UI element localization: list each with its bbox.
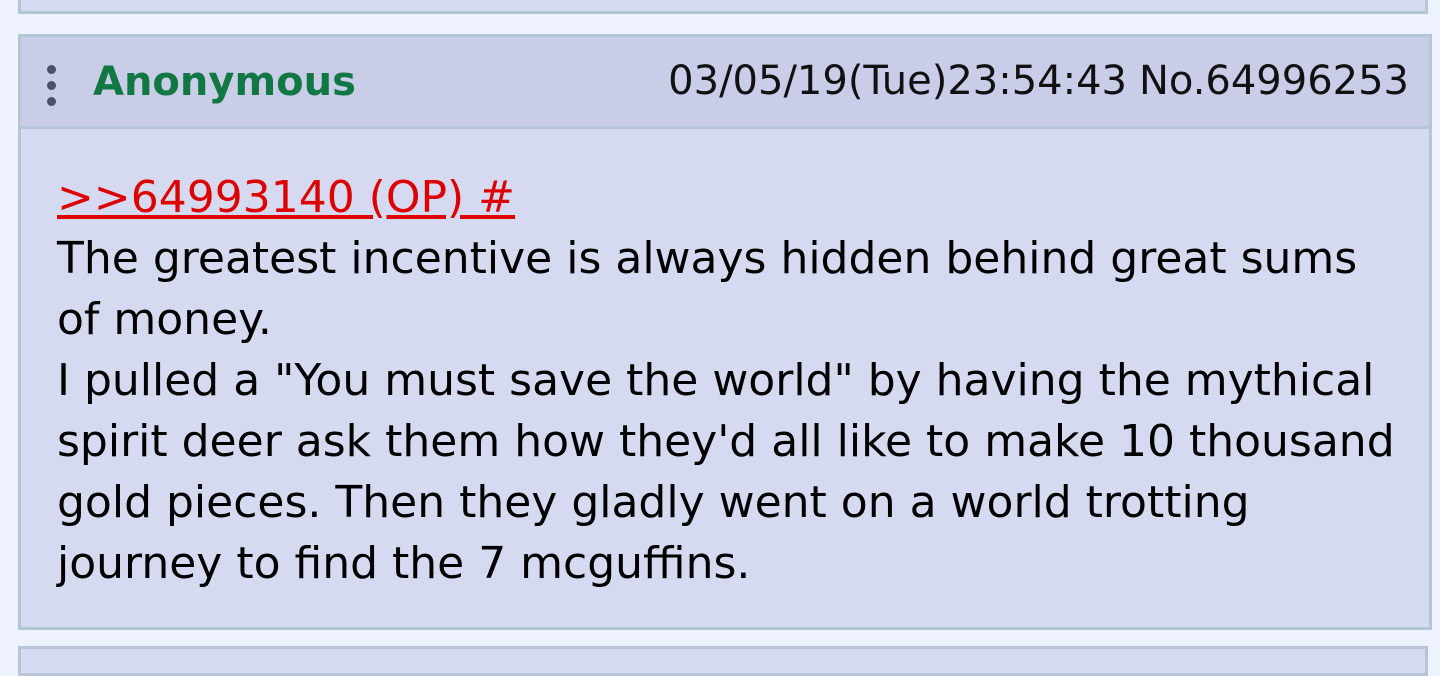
- post-datetime: 03/05/19(Tue)23:54:43: [668, 58, 1127, 104]
- post-header: Anonymous 03/05/19(Tue)23:54:43 No.649962…: [21, 37, 1429, 129]
- menu-dot: [47, 97, 56, 106]
- post-number-link[interactable]: No.64996253: [1139, 58, 1409, 104]
- reply-post: Anonymous 03/05/19(Tue)23:54:43 No.649962…: [18, 34, 1432, 630]
- post-body: >>64993140 (OP) # The greatest incentive…: [57, 167, 1402, 594]
- post-text-line: I pulled a "You must save the world" by …: [57, 355, 1395, 589]
- post-meta: 03/05/19(Tue)23:54:43 No.64996253: [668, 58, 1409, 104]
- post-text-line: The greatest incentive is always hidden …: [57, 233, 1358, 345]
- next-post-edge: [18, 646, 1428, 676]
- op-quote-link[interactable]: >>64993140 (OP) #: [57, 167, 1402, 228]
- menu-dot: [47, 65, 56, 74]
- menu-dot: [47, 81, 56, 90]
- post-menu-icon[interactable]: [43, 61, 59, 109]
- previous-post-edge: [18, 0, 1428, 14]
- poster-name: Anonymous: [93, 59, 356, 105]
